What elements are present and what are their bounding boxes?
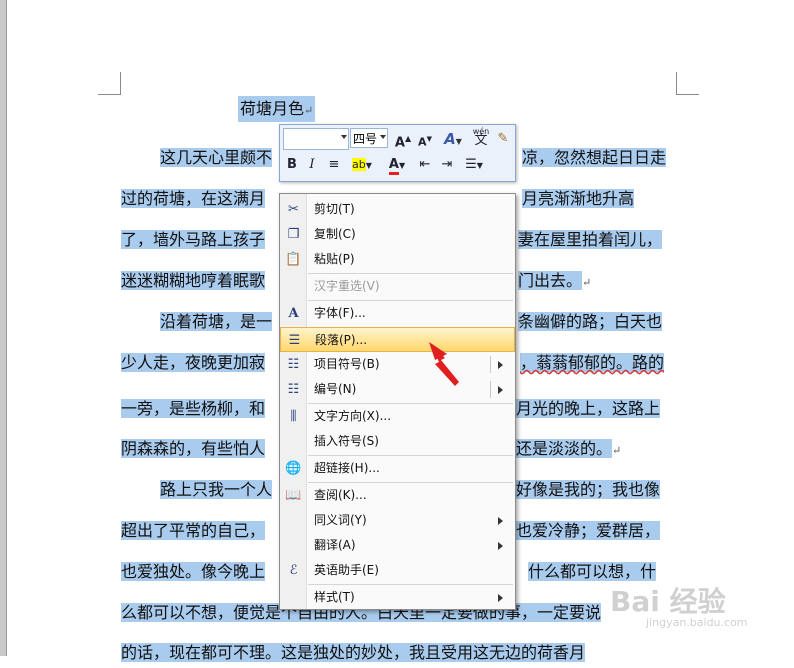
menu-item-bullets[interactable]: ☷ 项目符号(B) (280, 352, 515, 377)
submenu-arrow-icon (498, 542, 503, 550)
grow-font-button[interactable]: A▲ (393, 128, 413, 150)
menu-item-reconvert: 汉字重选(V) (314, 279, 380, 293)
doc-line-6b[interactable]: ，蓊蓊郁郁的。路的 (520, 348, 665, 378)
submenu-arrow-icon (498, 517, 503, 525)
margin-corner-top-right (676, 72, 699, 95)
bullets-icon: ☷ (287, 357, 300, 372)
mini-toolbar: 四号 A▲ A▼ A▼ wén 文 ✎ B I ≡ ab▼ A▼ ⇤ ⇥ ☰▼ (279, 124, 516, 182)
doc-line-1a[interactable]: 这几天心里颇不 (160, 143, 273, 173)
menu-item-styles[interactable]: 样式(T) (280, 585, 515, 610)
doc-line-2a[interactable]: 过的荷塘，在这满月 (121, 184, 266, 214)
decrease-indent-icon[interactable]: ⇤ (416, 154, 434, 176)
window-left-edge (0, 0, 7, 656)
doc-line-10a[interactable]: 超出了平常的自己， (121, 516, 266, 546)
doc-line-8a[interactable]: 阴森森的，有些怕人 (121, 434, 266, 464)
styles-button[interactable]: A▼ (440, 128, 466, 150)
scissors-icon: ✂ (288, 202, 299, 217)
center-align-icon[interactable]: ≡ (324, 154, 344, 176)
menu-item-insert-symbol[interactable]: 插入符号(S) (280, 429, 515, 454)
menu-item-cut[interactable]: ✂ 剪切(T) (280, 197, 515, 222)
menu-item-copy[interactable]: ❐ 复制(C) (280, 222, 515, 247)
hyperlink-icon: 🌐 (285, 461, 302, 476)
menu-item-hyperlink[interactable]: 🌐 超链接(H)... (280, 456, 515, 481)
menu-item-text-direction[interactable]: ⫼ 文字方向(X)... (280, 404, 515, 429)
shrink-font-button[interactable]: A▼ (415, 128, 435, 150)
font-name-combobox[interactable] (283, 128, 349, 150)
doc-line-5a[interactable]: 沿着荷塘，是一 (160, 307, 273, 337)
menu-item-paragraph[interactable]: ☰ 段落(P)... (280, 327, 515, 352)
doc-line-9a[interactable]: 路上只我一个人 (160, 475, 273, 505)
doc-line-4a[interactable]: 迷迷糊糊地哼着眠歌 (121, 266, 266, 296)
doc-line-6a[interactable]: 少人走，夜晚更加寂 (121, 348, 266, 378)
paste-icon: 📋 (285, 252, 302, 267)
paragraph-icon: ☰ (288, 333, 301, 348)
font-color-button[interactable]: A▼ (382, 154, 412, 176)
split-divider (490, 381, 491, 398)
bold-button[interactable]: B (283, 154, 301, 176)
copy-icon: ❐ (287, 227, 300, 242)
menu-item-paste[interactable]: 📋 粘贴(P) (280, 247, 515, 272)
english-assistant-icon: ℰ (289, 563, 298, 578)
submenu-arrow-icon[interactable] (498, 386, 503, 394)
menu-item-research[interactable]: 📖 查阅(K)... (280, 483, 515, 508)
chevron-down-icon[interactable] (341, 135, 347, 139)
context-menu: ✂ 剪切(T) ❐ 复制(C) 📋 粘贴(P) 汉字重选(V) A 字体(F).… (279, 193, 516, 610)
highlight-button[interactable]: ab▼ (346, 154, 378, 176)
doc-line-7a[interactable]: 一旁，是些杨柳，和 (121, 394, 266, 424)
doc-line-11a[interactable]: 也爱独处。像今晚上 (121, 557, 266, 587)
research-icon: 📖 (285, 488, 302, 503)
doc-line-9b[interactable]: 好像是我的；我也像 (516, 475, 661, 505)
annotation-arrow-icon (429, 342, 459, 386)
doc-line-4b[interactable]: 门出去。↵ (518, 266, 591, 296)
doc-line-1b[interactable]: 凉，忽然想起日日走 (522, 143, 667, 173)
doc-line-5b[interactable]: 条幽僻的路；白天也 (518, 307, 663, 337)
margin-corner-top-left (98, 72, 121, 95)
doc-line-7b[interactable]: 月光的晚上，这路上 (516, 394, 661, 424)
split-divider (490, 356, 491, 373)
menu-item-translate[interactable]: 翻译(A) (280, 533, 515, 558)
submenu-arrow-icon[interactable] (498, 361, 503, 369)
doc-line-3b[interactable]: 妻在屋里拍着闰儿， (518, 225, 663, 255)
doc-line-3a[interactable]: 了，墙外马路上孩子 (121, 225, 266, 255)
bullets-icon[interactable]: ☰▼ (460, 154, 488, 176)
submenu-arrow-icon (498, 594, 503, 602)
menu-item-synonyms[interactable]: 同义词(Y) (280, 508, 515, 533)
phonetic-guide-button[interactable]: wén 文 (470, 127, 492, 149)
doc-line-2b[interactable]: 月亮渐渐地升高 (522, 184, 635, 214)
doc-line-8b[interactable]: 还是淡淡的。↵ (516, 434, 621, 464)
document-title[interactable]: 荷塘月色↵ (238, 96, 316, 122)
doc-line-10b[interactable]: 也爱冷静；爱群居， (516, 516, 661, 546)
chevron-down-icon[interactable] (380, 135, 386, 139)
text-direction-icon: ⫼ (290, 409, 297, 424)
doc-line-13[interactable]: 的话，现在都可不理。这是独处的妙处，我且受用这无边的荷香月 (121, 638, 586, 668)
numbering-icon: ☷ (287, 382, 300, 397)
increase-indent-icon[interactable]: ⇥ (438, 154, 456, 176)
menu-item-numbering[interactable]: ☷ 编号(N) (280, 377, 515, 402)
font-icon: A (288, 306, 299, 321)
italic-button[interactable]: I (303, 154, 321, 176)
watermark-logo: Bai 经验 jingyan.baidu.com (610, 585, 748, 629)
menu-item-font[interactable]: A 字体(F)... (280, 301, 515, 326)
font-size-combobox[interactable]: 四号 (350, 128, 388, 148)
menu-item-english-assistant[interactable]: ℰ 英语助手(E) (280, 558, 515, 583)
format-painter-icon[interactable]: ✎ (493, 128, 513, 150)
